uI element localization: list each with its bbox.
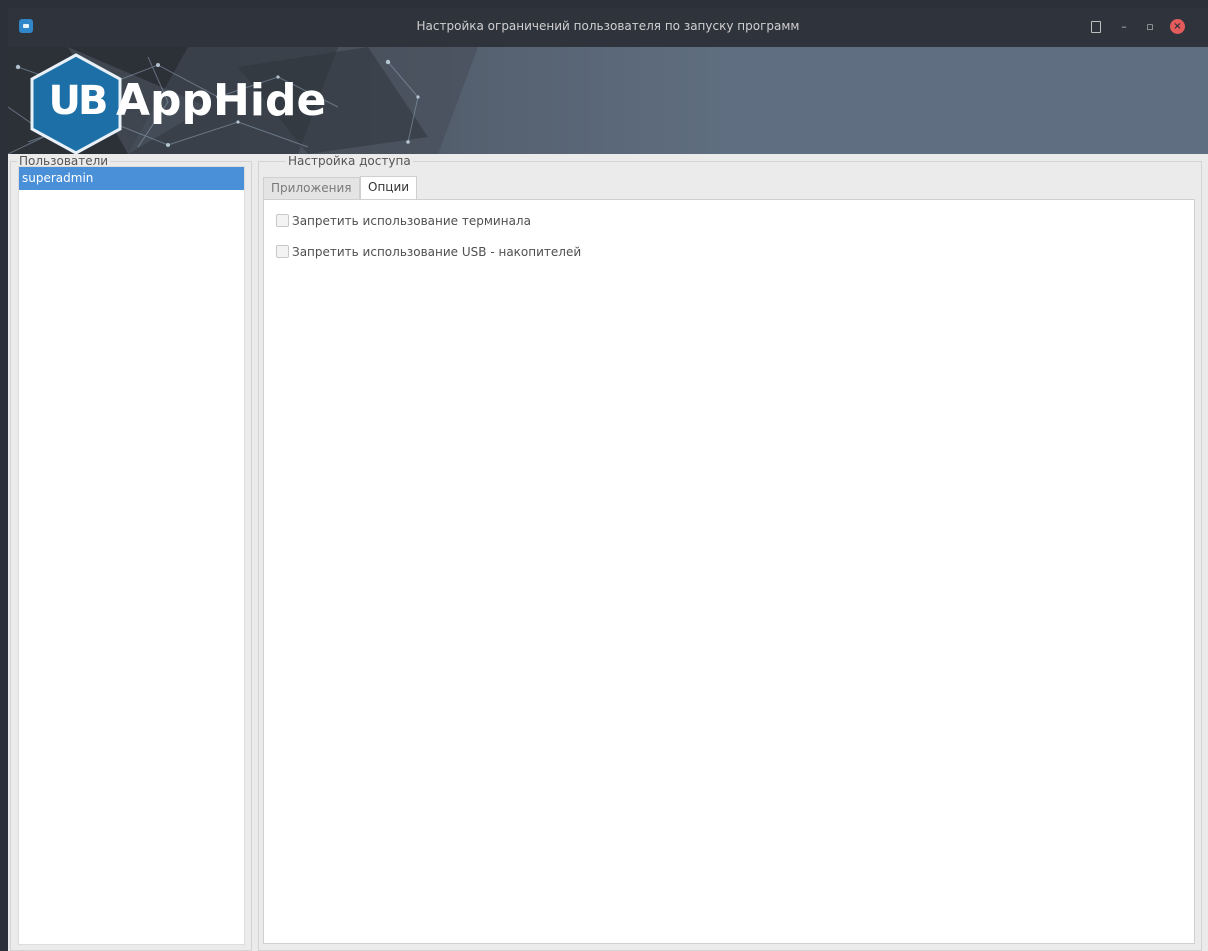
- block-usb-label: Запретить использование USB - накопителе…: [292, 245, 582, 259]
- window-title: Настройка ограничений пользователя по за…: [416, 19, 800, 33]
- options-panel: Запретить использование терминала Запрет…: [263, 199, 1195, 944]
- close-icon[interactable]: ×: [1170, 19, 1185, 34]
- option-block-terminal[interactable]: Запретить использование терминала: [276, 213, 531, 229]
- block-terminal-label: Запретить использование терминала: [292, 214, 531, 228]
- user-item-superadmin[interactable]: superadmin: [19, 167, 244, 190]
- maximize-icon[interactable]: ▫: [1142, 19, 1158, 35]
- tab-options[interactable]: Опции: [360, 176, 418, 200]
- users-list[interactable]: superadmin: [18, 166, 245, 945]
- block-terminal-checkbox[interactable]: [276, 214, 289, 227]
- option-block-usb[interactable]: Запретить использование USB - накопителе…: [276, 244, 581, 260]
- title-bar[interactable]: Настройка ограничений пользователя по за…: [8, 8, 1208, 47]
- block-usb-checkbox[interactable]: [276, 245, 289, 258]
- main-window: Настройка ограничений пользователя по за…: [8, 8, 1208, 951]
- access-settings-label: Настройка доступа: [286, 154, 413, 168]
- app-banner: UB AppHide: [8, 47, 1208, 154]
- minimize-icon[interactable]: –: [1116, 19, 1132, 35]
- logo-badge: UB: [48, 78, 109, 124]
- tab-applications[interactable]: Приложения: [263, 177, 360, 200]
- logo-text: AppHide: [116, 75, 327, 126]
- menu-icon[interactable]: [1088, 19, 1104, 35]
